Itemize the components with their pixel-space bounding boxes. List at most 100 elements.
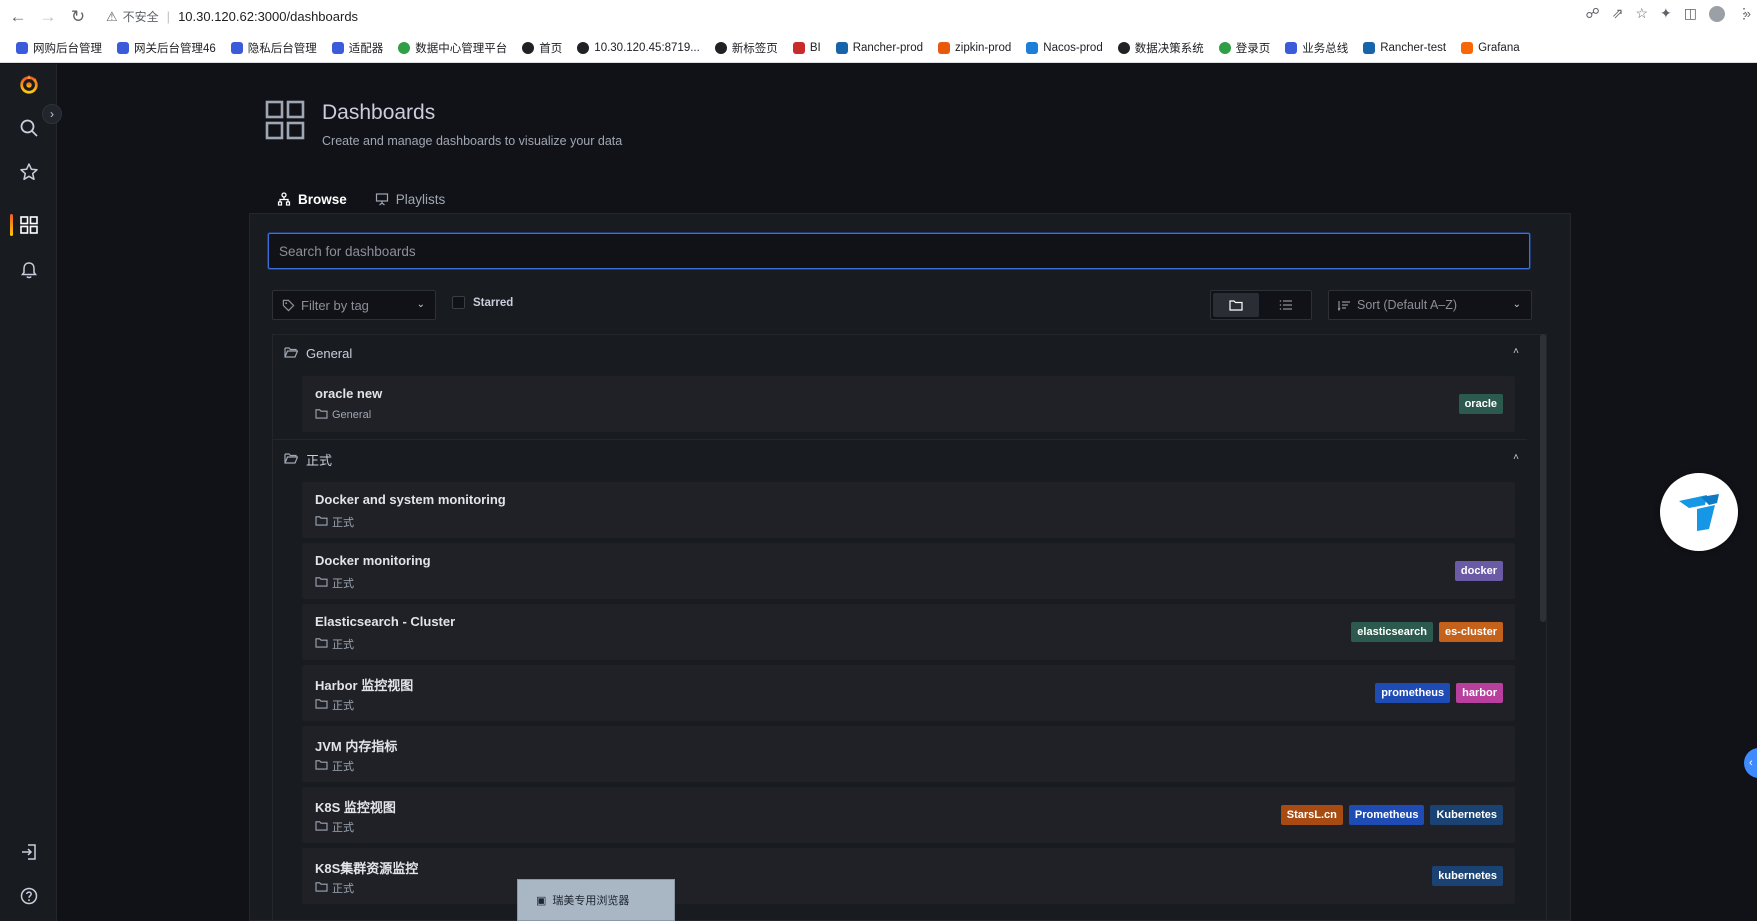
tag-badge[interactable]: oracle [1458, 394, 1503, 414]
bookmark-item[interactable]: 适配器 [331, 40, 384, 56]
search-input[interactable] [268, 233, 1530, 269]
folder-view-button[interactable] [1213, 293, 1259, 317]
dashboard-item[interactable]: Elasticsearch - Cluster 正式 elasticsearch es… [302, 604, 1515, 660]
list-scrollbar[interactable] [1540, 334, 1546, 622]
bookmark-label: 新标签页 [731, 42, 778, 55]
bookmark-item[interactable]: 登录页 [1218, 40, 1270, 56]
sidepanel-icon[interactable]: ◫ [1684, 5, 1697, 22]
dashboard-title[interactable]: Harbor 监控视图 [315, 675, 413, 694]
dashboard-item[interactable]: K8S集群资源监控正式 kubernetes [302, 848, 1515, 904]
url-text[interactable]: 10.30.120.62:3000/dashboards [178, 9, 358, 24]
reload-icon[interactable]: ↻ [66, 5, 90, 29]
tag-list: elasticsearch es-cluster [1351, 622, 1503, 642]
chevron-up-icon[interactable]: ˄ [1513, 452, 1519, 463]
dashboard-item[interactable]: oracle new General oracle [302, 376, 1515, 432]
browser-tooltip: ▣ 瑞美专用浏览器 [517, 879, 675, 921]
folder-icon [315, 881, 328, 895]
bookmark-item[interactable]: 首页 [522, 40, 562, 56]
dashboard-title[interactable]: K8S集群资源监控 [315, 858, 418, 877]
forward-arrow-icon[interactable]: → [36, 5, 60, 29]
bookmark-label: 数据中心管理平台 [415, 42, 508, 55]
dashboard-title[interactable]: oracle new [315, 386, 382, 401]
tag-filter-select[interactable]: Filter by tag ⌄ [272, 290, 436, 320]
dashboard-item[interactable]: Docker monitoring 正式 docker [302, 543, 1515, 599]
bookmark-label: Rancher-prod [852, 41, 924, 54]
tag-icon [282, 299, 295, 311]
sort-select[interactable]: Sort (Default A–Z) ⌄ [1328, 290, 1532, 320]
share-icon[interactable]: ⇗ [1612, 5, 1624, 22]
dashboard-title[interactable]: Docker and system monitoring [315, 492, 506, 507]
bookmark-star-icon[interactable]: ☆ [1635, 5, 1648, 22]
address-bar[interactable]: ⚠ 不安全 | 10.30.120.62:3000/dashboards [106, 4, 358, 29]
tag-badge[interactable]: Prometheus [1348, 805, 1425, 825]
tag-badge[interactable]: Kubernetes [1430, 805, 1503, 825]
help-icon[interactable] [0, 876, 57, 916]
bookmark-label: 适配器 [348, 42, 384, 55]
translate-icon[interactable]: ☍ [1586, 5, 1600, 22]
dashboards-icon[interactable] [0, 205, 57, 245]
dashboard-title[interactable]: Elasticsearch - Cluster [315, 614, 455, 629]
dashboard-title[interactable]: K8S 监控视图 [315, 797, 396, 816]
bookmark-item[interactable]: Rancher-prod [835, 41, 924, 54]
sort-icon [1338, 300, 1350, 311]
profile-avatar[interactable] [1709, 5, 1725, 22]
tab-playlists[interactable]: Playlists [361, 184, 460, 214]
bookmark-item[interactable]: 10.30.120.45:8719... [577, 41, 700, 54]
bookmark-label: BI [809, 41, 821, 54]
list-view-button[interactable] [1261, 291, 1311, 319]
bookmark-item[interactable]: 数据决策系统 [1117, 40, 1204, 56]
bookmark-item[interactable]: 新标签页 [714, 40, 778, 56]
folder-open-icon [284, 346, 299, 361]
browser-toolbar: ← → ↻ ⚠ 不安全 | 10.30.120.62:3000/dashboar… [0, 0, 1757, 33]
bookmark-item[interactable]: zipkin-prod [938, 41, 1011, 54]
tag-badge[interactable]: docker [1454, 561, 1503, 581]
folder-header[interactable]: General ˄ [272, 334, 1527, 372]
folder-location-label: 正式 [332, 578, 354, 590]
gear-icon [230, 41, 243, 54]
tag-list: StarsL.cn Prometheus Kubernetes [1280, 805, 1503, 825]
folder-location-label: 正式 [332, 883, 354, 895]
dashboard-title[interactable]: Docker monitoring [315, 553, 431, 568]
alerting-bell-icon[interactable] [0, 250, 57, 290]
tag-badge[interactable]: prometheus [1375, 683, 1451, 703]
bookmark-item[interactable]: 业务总线 [1285, 40, 1348, 56]
search-icon[interactable] [0, 108, 57, 148]
browser-logo-icon: ▣ [536, 894, 547, 907]
dashboard-folder-location: 正式 [315, 758, 354, 774]
side-collapse-icon[interactable]: ‹ [1744, 748, 1757, 778]
bookmark-item[interactable]: 网购后台管理 [16, 40, 102, 56]
bookmark-label: Rancher-test [1380, 41, 1447, 54]
bookmark-item[interactable]: 数据中心管理平台 [398, 40, 507, 56]
bookmark-item[interactable]: BI [792, 41, 821, 54]
tag-badge[interactable]: es-cluster [1439, 622, 1503, 642]
extensions-icon[interactable]: ✦ [1660, 5, 1672, 22]
grafana-logo-icon[interactable] [0, 64, 57, 104]
folder-header[interactable]: 正式 ˄ [272, 440, 1527, 478]
dashboard-item[interactable]: JVM 内存指标 正式 [302, 726, 1515, 782]
dashboard-item[interactable]: K8S 监控视图 正式 StarsL.cn Prometheus Kubernetes [302, 787, 1515, 843]
chevron-up-icon[interactable]: ˄ [1513, 346, 1519, 357]
starred-filter[interactable]: Starred [452, 296, 513, 309]
dashboard-folder-location: General [315, 408, 371, 422]
floating-assistant-button[interactable] [1660, 473, 1738, 551]
tab-browse[interactable]: Browse [263, 184, 361, 217]
back-arrow-icon[interactable]: ← [6, 5, 30, 29]
tag-badge[interactable]: kubernetes [1432, 866, 1503, 886]
bookmark-item[interactable]: Rancher-test [1363, 41, 1447, 54]
dashboard-item[interactable]: Harbor 监控视图 正式 prometheus harbor [302, 665, 1515, 721]
tag-badge[interactable]: StarsL.cn [1280, 805, 1343, 825]
starred-checkbox[interactable] [452, 296, 465, 309]
bookmark-item[interactable]: 隐私后台管理 [230, 40, 317, 56]
dashboard-title[interactable]: JVM 内存指标 [315, 736, 397, 755]
starred-icon[interactable] [0, 152, 57, 192]
globe-icon [714, 41, 727, 54]
zipkin-icon [938, 41, 951, 54]
dashboard-item[interactable]: Docker and system monitoring 正式 [302, 482, 1515, 538]
bookmark-item[interactable]: Nacos-prod [1026, 41, 1103, 54]
bookmark-item[interactable]: Grafana [1461, 41, 1520, 54]
bookmark-item[interactable]: 网关后台管理46 [117, 40, 216, 56]
tag-badge[interactable]: harbor [1456, 683, 1503, 703]
tag-badge[interactable]: elasticsearch [1351, 622, 1434, 642]
sign-in-icon[interactable] [0, 832, 57, 872]
bookmarks-overflow-icon[interactable]: » [1744, 6, 1751, 21]
